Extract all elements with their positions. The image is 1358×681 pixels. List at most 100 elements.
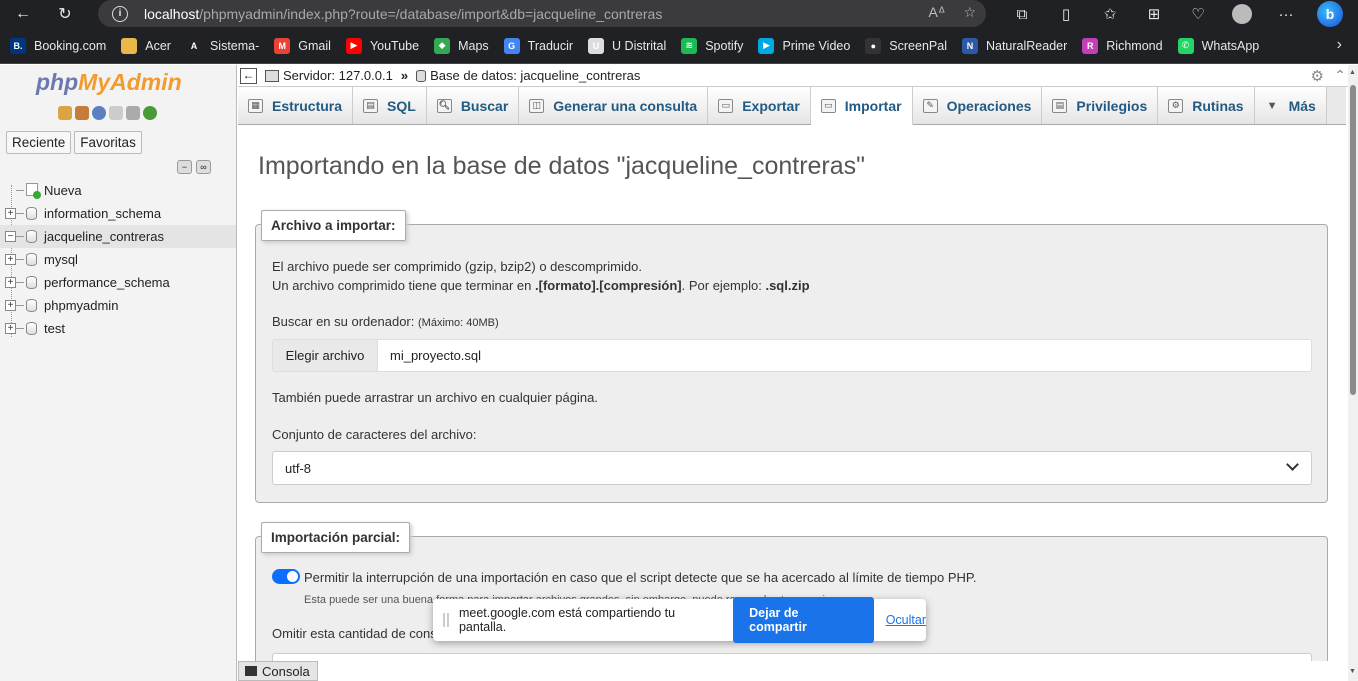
routines-icon: ⚙ [1168, 98, 1184, 113]
split-screen-icon[interactable]: ▯ [1044, 2, 1088, 26]
bookmark-acer[interactable]: Acer [121, 37, 171, 54]
search-icon: 🔍︎ [436, 98, 452, 113]
reload-nav-icon[interactable] [143, 106, 157, 120]
chosen-file-name: mi_proyecto.sql [390, 348, 482, 363]
database-item-test[interactable]: + test [0, 317, 236, 340]
tab-generar-una-consulta[interactable]: ◫ Generar una consulta [519, 87, 709, 124]
database-item-jacqueline-contreras[interactable]: − jacqueline_contreras [0, 225, 236, 248]
scroll-up-icon[interactable]: ▲ [1349, 69, 1356, 76]
breadcrumb-database[interactable]: Base de datos: jacqueline_contreras [430, 68, 640, 83]
database-item-information-schema[interactable]: + information_schema [0, 202, 236, 225]
bookmark-whatsapp[interactable]: ✆ WhatsApp [1177, 37, 1259, 54]
bookmark-spotify[interactable]: ≋ Spotify [681, 37, 743, 54]
database-item-mysql[interactable]: + mysql [0, 248, 236, 271]
database-name[interactable]: information_schema [44, 206, 161, 221]
choose-file-button[interactable]: Elegir archivo [273, 340, 378, 371]
expand-icon[interactable]: + [5, 300, 16, 311]
profile-avatar[interactable] [1220, 2, 1264, 26]
database-name[interactable]: test [44, 321, 65, 336]
new-database-item[interactable]: Nueva [0, 179, 236, 202]
drag-handle-icon[interactable] [443, 613, 449, 627]
expand-icon[interactable]: + [5, 277, 16, 288]
tab-rutinas[interactable]: ⚙ Rutinas [1158, 87, 1255, 124]
more-menu-icon[interactable]: ··· [1264, 2, 1308, 26]
bookmark-traducir[interactable]: G Traducir [503, 37, 573, 54]
scrollbar-thumb[interactable] [1350, 85, 1356, 395]
tab-exportar[interactable]: ▭ Exportar [708, 87, 811, 124]
settings-gear-icon[interactable] [126, 106, 140, 120]
collapse-panel-icon[interactable]: ← [240, 67, 257, 84]
udistrital-icon: U [588, 37, 605, 54]
site-info-icon[interactable]: i [112, 5, 128, 22]
bookmark-screenpal[interactable]: ● ScreenPal [865, 37, 947, 54]
tab-sql[interactable]: ▤ SQL [353, 87, 427, 124]
favorite-star-icon[interactable]: ☆ [963, 4, 976, 21]
console-button[interactable]: Consola [238, 661, 318, 681]
bookmark-label: NaturalReader [985, 38, 1068, 53]
tab-buscar[interactable]: 🔍︎ Buscar [426, 87, 520, 124]
help-icon[interactable] [92, 106, 106, 120]
stop-sharing-button[interactable]: Dejar de compartir [733, 597, 874, 643]
database-item-performance-schema[interactable]: + performance_schema [0, 271, 236, 294]
reload-icon[interactable]: ↻ [52, 2, 78, 26]
link-with-main-icon[interactable]: ∞ [196, 160, 211, 174]
page-settings-icon[interactable]: ⚙ [1311, 67, 1324, 85]
bookmark-richmond[interactable]: R Richmond [1082, 37, 1163, 54]
bing-copilot-icon[interactable]: b [1308, 1, 1352, 27]
skip-queries-input[interactable] [272, 653, 1312, 661]
database-name[interactable]: jacqueline_contreras [44, 229, 164, 244]
privileges-icon: ▤ [1052, 98, 1068, 113]
bookmark-booking-com[interactable]: B. Booking.com [10, 37, 106, 54]
database-name[interactable]: mysql [44, 252, 78, 267]
bookmark-sistema[interactable]: A Sistema- [185, 37, 259, 54]
logout-icon[interactable] [75, 106, 89, 120]
minimize-icon[interactable]: ⌃ [1334, 67, 1346, 84]
address-bar[interactable]: i localhost/phpmyadmin/index.php?route=/… [98, 0, 986, 27]
recent-tab[interactable]: Reciente [6, 131, 72, 154]
charset-select[interactable]: utf-8 [272, 451, 1312, 485]
tab-label: Operaciones [946, 97, 1032, 114]
bookmark-u-distrital[interactable]: U U Distrital [588, 37, 666, 54]
bookmark-gmail[interactable]: M Gmail [274, 37, 331, 54]
expand-icon[interactable]: + [5, 254, 16, 265]
more-icon: ▼ [1266, 99, 1278, 112]
bookmark-maps[interactable]: ◆ Maps [434, 37, 489, 54]
collapse-all-icon[interactable]: − [177, 160, 192, 174]
navigation-panel: phpMyAdmin Reciente Favoritas − ∞ Nueva … [0, 65, 237, 681]
compression-info-line1: El archivo puede ser comprimido (gzip, b… [272, 259, 642, 274]
bookmark-youtube[interactable]: ▶ YouTube [345, 37, 419, 54]
back-arrow-icon[interactable]: ← [10, 2, 36, 26]
file-input[interactable]: Elegir archivo mi_proyecto.sql [272, 339, 1312, 372]
hide-link[interactable]: Ocultar [886, 613, 926, 627]
tab-estructura[interactable]: ▦ Estructura [238, 87, 354, 124]
tab-importar[interactable]: ▭ Importar [810, 87, 913, 125]
phpmyadmin-logo[interactable]: phpMyAdmin [36, 69, 182, 96]
gmail-icon: M [274, 37, 291, 54]
tab-mas[interactable]: ▼ Más [1254, 87, 1327, 124]
collapse-icon[interactable]: − [5, 231, 16, 242]
allow-interrupt-toggle[interactable] [272, 569, 300, 584]
expand-icon[interactable]: + [5, 208, 16, 219]
chevron-right-icon[interactable]: › [1337, 36, 1342, 54]
database-icon [26, 276, 37, 289]
read-aloud-icon[interactable]: Aᐞ [928, 4, 945, 21]
page-scrollbar[interactable]: ▲ ▼ [1348, 65, 1358, 681]
favorites-icon[interactable]: ✩ [1088, 2, 1132, 26]
breadcrumb-server[interactable]: Servidor: 127.0.0.1 [283, 68, 393, 83]
bookmark-naturalreader[interactable]: N NaturalReader [961, 37, 1068, 54]
collections-icon[interactable]: ⊞ [1132, 2, 1176, 26]
tab-privilegios[interactable]: ▤ Privilegios [1042, 87, 1159, 124]
database-icon [26, 230, 37, 243]
database-name[interactable]: phpmyadmin [44, 298, 118, 313]
bookmark-prime-video[interactable]: ▶ Prime Video [758, 37, 850, 54]
home-icon[interactable] [58, 106, 72, 120]
database-item-phpmyadmin[interactable]: + phpmyadmin [0, 294, 236, 317]
database-name[interactable]: performance_schema [44, 275, 170, 290]
docs-icon[interactable] [109, 106, 123, 120]
performance-icon[interactable]: ♡ [1176, 2, 1220, 26]
extensions-icon[interactable]: ⧉ [1000, 2, 1044, 26]
scroll-down-icon[interactable]: ▼ [1349, 668, 1356, 675]
expand-icon[interactable]: + [5, 323, 16, 334]
favorites-tab[interactable]: Favoritas [74, 131, 142, 154]
tab-operaciones[interactable]: ✎ Operaciones [912, 87, 1043, 124]
